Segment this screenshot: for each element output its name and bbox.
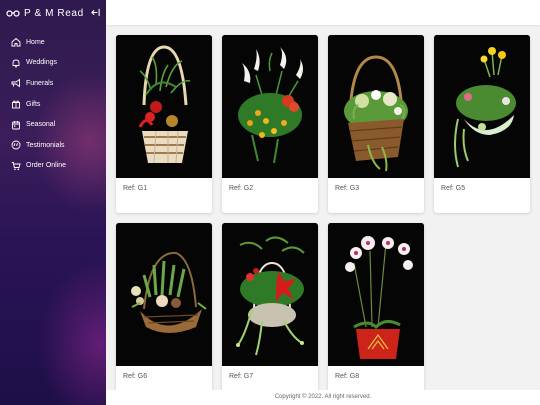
product-card-g3[interactable]: Ref: G3 (328, 35, 424, 213)
sidebar-item-label: Order Online (26, 162, 67, 170)
cart-icon (10, 160, 21, 171)
product-card-g6[interactable]: Ref: G6 (116, 223, 212, 401)
trumpet-icon (10, 78, 21, 89)
product-ref: Ref: G3 (335, 185, 360, 192)
calendar-icon (10, 119, 21, 130)
product-photo[interactable] (328, 223, 424, 366)
product-photo[interactable] (434, 35, 530, 178)
sidebar-item-order-online[interactable]: Order Online (0, 156, 106, 177)
product-card-g1[interactable]: Ref: G1 (116, 35, 212, 213)
sidebar-nav: Home Weddings Funerals Gifts Seasonal Te… (0, 32, 106, 176)
quote-icon (10, 140, 21, 151)
sidebar-item-label: Home (26, 38, 45, 46)
sidebar-item-seasonal[interactable]: Seasonal (0, 114, 106, 135)
product-photo[interactable] (328, 35, 424, 178)
sidebar-item-label: Seasonal (26, 121, 56, 129)
sidebar: P & M Read Home Weddings Funerals Gifts … (0, 0, 106, 405)
product-grid: Ref: G1 Ref: G2 Ref: G3 Ref: G5 Ref: G6 … (106, 25, 540, 401)
sidebar-item-home[interactable]: Home (0, 32, 106, 53)
sidebar-item-label: Testimonials (26, 141, 65, 149)
bell-icon (10, 57, 21, 68)
product-ref: Ref: G5 (441, 185, 466, 192)
sidebar-item-label: Gifts (26, 100, 41, 108)
glasses-logo-icon (6, 10, 20, 17)
brand[interactable]: P & M Read (6, 6, 100, 20)
top-bar (106, 0, 540, 25)
product-ref: Ref: G1 (123, 185, 148, 192)
product-card-g5[interactable]: Ref: G5 (434, 35, 530, 213)
sidebar-item-label: Funerals (26, 79, 54, 87)
footer: Copyright © 2022. All right reserved. (106, 390, 540, 405)
product-card-g2[interactable]: Ref: G2 (222, 35, 318, 213)
product-photo[interactable] (116, 35, 212, 178)
sidebar-item-label: Weddings (26, 59, 58, 67)
sidebar-item-testimonials[interactable]: Testimonials (0, 135, 106, 156)
collapse-sidebar-button[interactable] (89, 6, 101, 18)
sidebar-item-funerals[interactable]: Funerals (0, 73, 106, 94)
sidebar-item-weddings[interactable]: Weddings (0, 53, 106, 74)
collapse-sidebar-icon (90, 8, 100, 16)
brand-title: P & M Read (24, 7, 84, 19)
product-card-g8[interactable]: Ref: G8 (328, 223, 424, 401)
sidebar-item-gifts[interactable]: Gifts (0, 94, 106, 115)
copyright-text: Copyright © 2022. All right reserved. (274, 394, 372, 400)
home-icon (10, 37, 21, 48)
product-card-g7[interactable]: Ref: G7 (222, 223, 318, 401)
product-ref: Ref: G2 (229, 185, 254, 192)
product-photo[interactable] (222, 35, 318, 178)
product-photo[interactable] (116, 223, 212, 366)
product-photo[interactable] (222, 223, 318, 366)
gift-icon (10, 99, 21, 110)
